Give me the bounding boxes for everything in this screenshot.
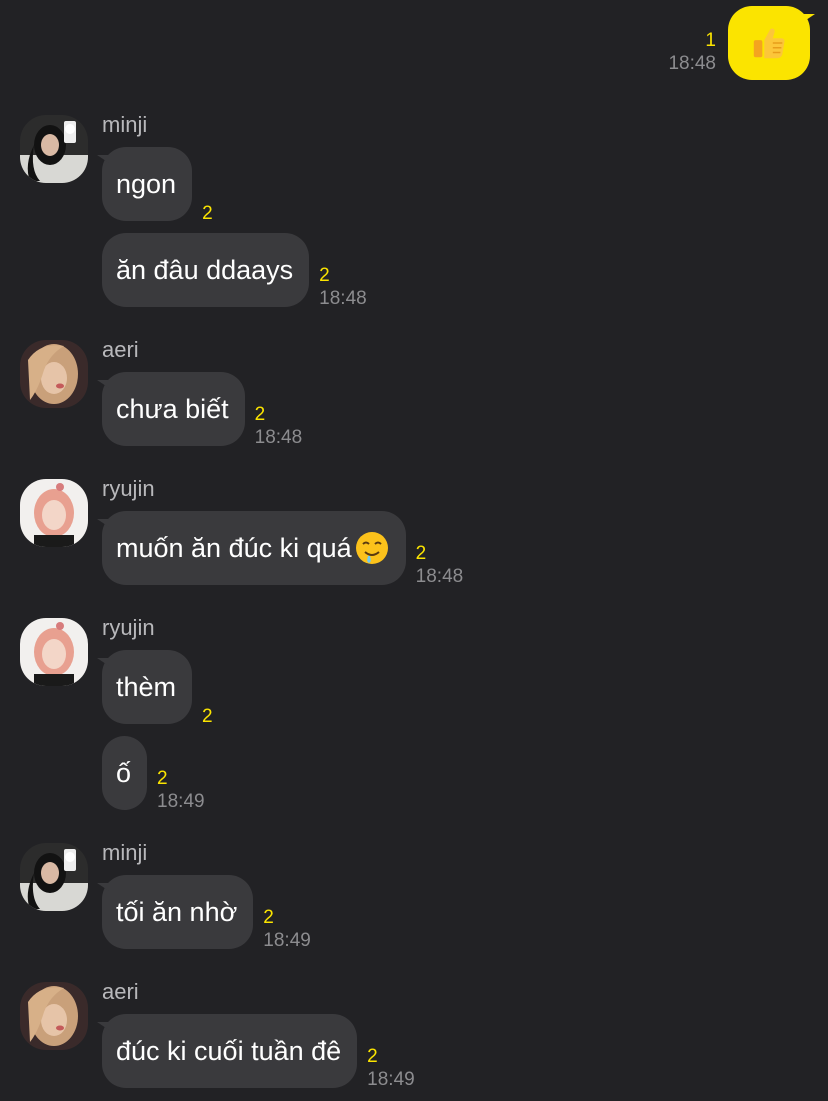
message-text: ngon [116,168,177,199]
message-meta: 2 18:48 [416,543,464,589]
message-bubble[interactable]: thèm [96,650,193,724]
avatar-aeri[interactable] [20,340,88,408]
message-meta: 2 [202,706,213,728]
avatar-ryujin[interactable] [20,479,88,547]
message-row: ố 2 18:49 [102,736,205,812]
unread-count: 2 [157,768,168,789]
message-row: thèm 2 [96,650,213,727]
message-time: 18:48 [254,427,303,448]
message-text: chưa biết [116,393,229,424]
message-bubble[interactable]: ăn đâu ddaays [102,233,310,307]
message-row: ngon 2 [96,147,213,224]
message-bubble[interactable]: đúc ki cuối tuần đê [96,1014,358,1088]
message-row: muốn ăn đúc ki quá 2 18:48 [97,511,463,587]
sender-name: ryujin [102,476,155,501]
message-text: ăn đâu ddaays [116,254,294,285]
message-bubble[interactable]: muốn ăn đúc ki quá [97,511,406,585]
message-meta: 1 18:48 [668,30,716,76]
message-text: đúc ki cuối tuần đê [116,1035,342,1066]
message-text: muốn ăn đúc ki quá [116,532,352,563]
message-text: tối ăn nhờ [116,896,238,927]
unread-count: 1 [705,30,716,51]
sender-name: aeri [102,979,139,1004]
message-meta: 2 18:49 [157,768,205,814]
message-time: 18:48 [668,53,716,74]
unread-count: 2 [263,907,274,928]
message-row: tối ăn nhờ 2 18:49 [96,875,311,951]
thumbs-up-icon [753,28,785,59]
message-row: chưa biết 2 18:48 [97,372,302,448]
message-meta: 2 18:48 [319,265,367,311]
unread-count: 2 [202,203,213,224]
unread-count: 2 [415,543,427,564]
message-text: thèm [116,671,177,702]
my-message: 1 18:48 [668,6,815,80]
message-time: 18:49 [367,1069,415,1090]
message-meta: 2 [202,203,213,225]
message-time: 18:49 [157,791,205,812]
unread-count: 2 [319,265,330,286]
message-bubble[interactable]: ố [102,736,148,810]
sender-name: minji [102,112,148,137]
drooling-face-icon [355,532,388,564]
avatar-minji[interactable] [20,115,88,183]
message-bubble[interactable]: tối ăn nhờ [96,875,254,949]
message-bubble[interactable]: chưa biết [97,372,245,446]
message-row: ăn đâu ddaays 2 18:48 [102,233,367,309]
message-time: 18:49 [263,930,311,951]
message-text: ố [116,757,132,788]
avatar-minji[interactable] [20,843,88,911]
my-message-bubble[interactable] [728,6,815,80]
message-row: đúc ki cuối tuần đê 2 18:49 [96,1014,415,1090]
message-time: 18:48 [319,288,367,309]
sender-name: minji [102,840,148,865]
message-meta: 2 18:49 [367,1046,415,1092]
message-bubble[interactable]: ngon [96,147,193,221]
sender-name: aeri [102,337,139,362]
avatar-aeri[interactable] [20,982,88,1050]
unread-count: 2 [367,1046,378,1067]
avatar-ryujin[interactable] [20,618,88,686]
unread-count: 2 [254,404,266,425]
unread-count: 2 [202,706,213,727]
sender-name: ryujin [102,615,155,640]
message-time: 18:48 [415,566,464,587]
message-meta: 2 18:48 [255,404,303,450]
message-meta: 2 18:49 [263,907,311,953]
